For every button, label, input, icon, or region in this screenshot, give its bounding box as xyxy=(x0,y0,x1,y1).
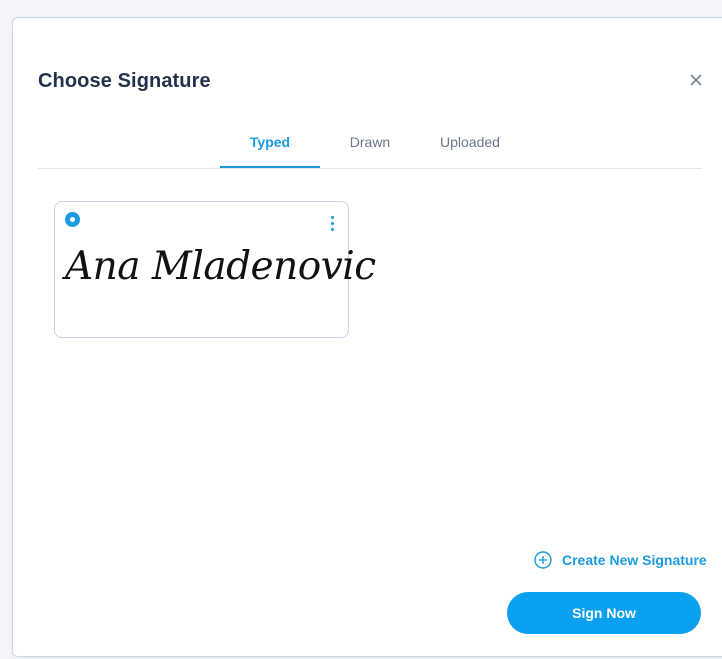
plus-circle-icon xyxy=(534,551,552,569)
tab-uploaded[interactable]: Uploaded xyxy=(420,123,520,168)
choose-signature-dialog: Choose Signature Typed Drawn Uploaded An… xyxy=(12,17,722,657)
kebab-menu-icon[interactable] xyxy=(325,216,339,236)
signature-preview: Ana Mladenovic xyxy=(65,244,376,289)
close-button[interactable] xyxy=(688,72,704,88)
tab-drawn[interactable]: Drawn xyxy=(320,123,420,168)
create-new-signature-link[interactable]: Create New Signature xyxy=(534,550,707,570)
sign-now-button[interactable]: Sign Now xyxy=(507,592,701,634)
radio-selected-icon[interactable] xyxy=(65,212,80,227)
create-new-signature-label: Create New Signature xyxy=(562,552,707,568)
tab-typed[interactable]: Typed xyxy=(220,123,320,168)
signature-tabs: Typed Drawn Uploaded xyxy=(38,123,702,169)
dialog-title: Choose Signature xyxy=(38,70,211,92)
close-icon xyxy=(690,74,702,86)
signature-card[interactable]: Ana Mladenovic xyxy=(54,201,376,338)
